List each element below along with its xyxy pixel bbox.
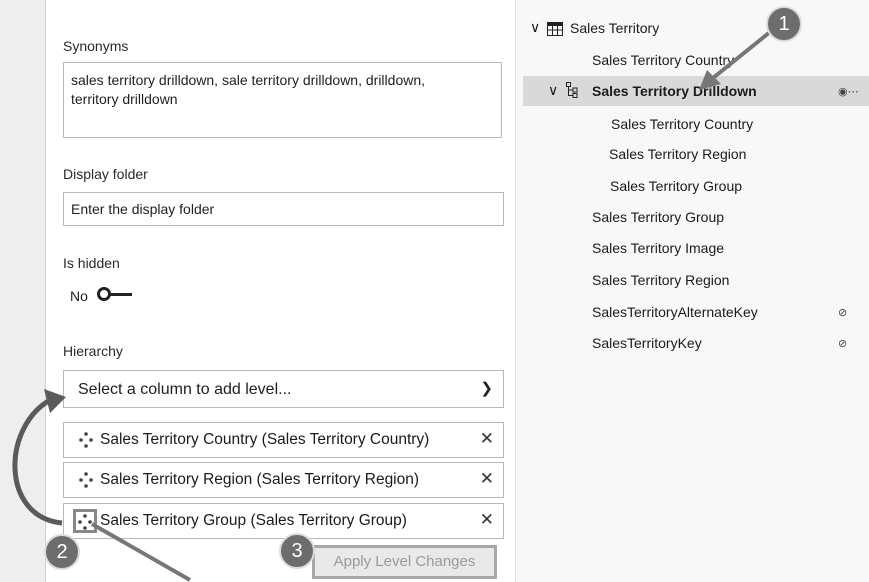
drag-handle-icon[interactable] — [78, 471, 94, 489]
expand-chevron-icon[interactable]: ∨ — [530, 19, 540, 36]
eye-icon[interactable]: ◉⋯ — [838, 85, 859, 98]
close-icon[interactable]: ✕ — [480, 510, 494, 530]
tree-item-column[interactable]: Sales Territory Image — [592, 240, 724, 256]
synonyms-field[interactable]: sales territory drilldown, sale territor… — [63, 62, 502, 138]
curved-arrow — [12, 389, 66, 526]
toggle-knob — [97, 287, 111, 301]
eye-hidden-icon[interactable]: ⊘ — [838, 337, 847, 350]
hierarchy-level-label: Sales Territory Country (Sales Territory… — [100, 431, 430, 448]
level-select-dropdown[interactable]: Select a column to add level... ❯ — [63, 370, 504, 408]
hierarchy-level-label: Sales Territory Region (Sales Territory … — [100, 471, 420, 488]
tree-item-column[interactable]: Sales Territory Group — [592, 209, 724, 225]
tree-item-level[interactable]: Sales Territory Region — [609, 146, 746, 162]
eye-hidden-icon[interactable]: ⊘ — [838, 306, 847, 319]
is-hidden-label: Is hidden — [63, 255, 120, 271]
callout-badge: 3 — [279, 533, 315, 569]
hierarchy-icon — [566, 82, 578, 103]
display-folder-label: Display folder — [63, 166, 148, 182]
synonyms-text-line-1: sales territory drilldown, sale territor… — [71, 72, 426, 88]
tree-item-level[interactable]: Sales Territory Group — [610, 178, 742, 194]
hierarchy-label: Hierarchy — [63, 343, 123, 359]
callout-pointer-line — [91, 522, 191, 582]
chevron-down-icon: ❯ — [480, 380, 493, 397]
window: Synonyms sales territory drilldown, sale… — [0, 0, 869, 582]
hierarchy-level-row[interactable]: Sales Territory Country (Sales Territory… — [63, 422, 504, 458]
tree-item-level[interactable]: Sales Territory Country — [611, 116, 753, 132]
expand-chevron-icon[interactable]: ∨ — [548, 82, 558, 99]
tree-item-column[interactable]: Sales Territory Region — [592, 272, 729, 288]
level-select-placeholder: Select a column to add level... — [78, 381, 292, 398]
is-hidden-toggle[interactable] — [97, 284, 147, 304]
hierarchy-level-row[interactable]: Sales Territory Region (Sales Territory … — [63, 462, 504, 498]
toggle-track — [110, 293, 132, 296]
synonyms-label: Synonyms — [63, 38, 129, 54]
close-icon[interactable]: ✕ — [480, 429, 494, 449]
close-icon[interactable]: ✕ — [480, 469, 494, 489]
is-hidden-value: No — [70, 288, 88, 304]
tree-table-sales-territory[interactable]: Sales Territory — [570, 20, 659, 36]
drag-handle-icon[interactable] — [78, 431, 94, 449]
synonyms-text-line-2: territory drilldown — [71, 91, 178, 107]
apply-level-changes-button[interactable]: Apply Level Changes — [312, 545, 497, 579]
callout-badge: 1 — [766, 6, 802, 42]
display-folder-input[interactable]: Enter the display folder — [63, 192, 504, 226]
tree-item-column[interactable]: SalesTerritoryAlternateKey — [592, 304, 758, 320]
tree-item-column[interactable]: SalesTerritoryKey — [592, 335, 702, 351]
table-icon — [547, 22, 563, 41]
callout-badge: 2 — [44, 534, 80, 570]
